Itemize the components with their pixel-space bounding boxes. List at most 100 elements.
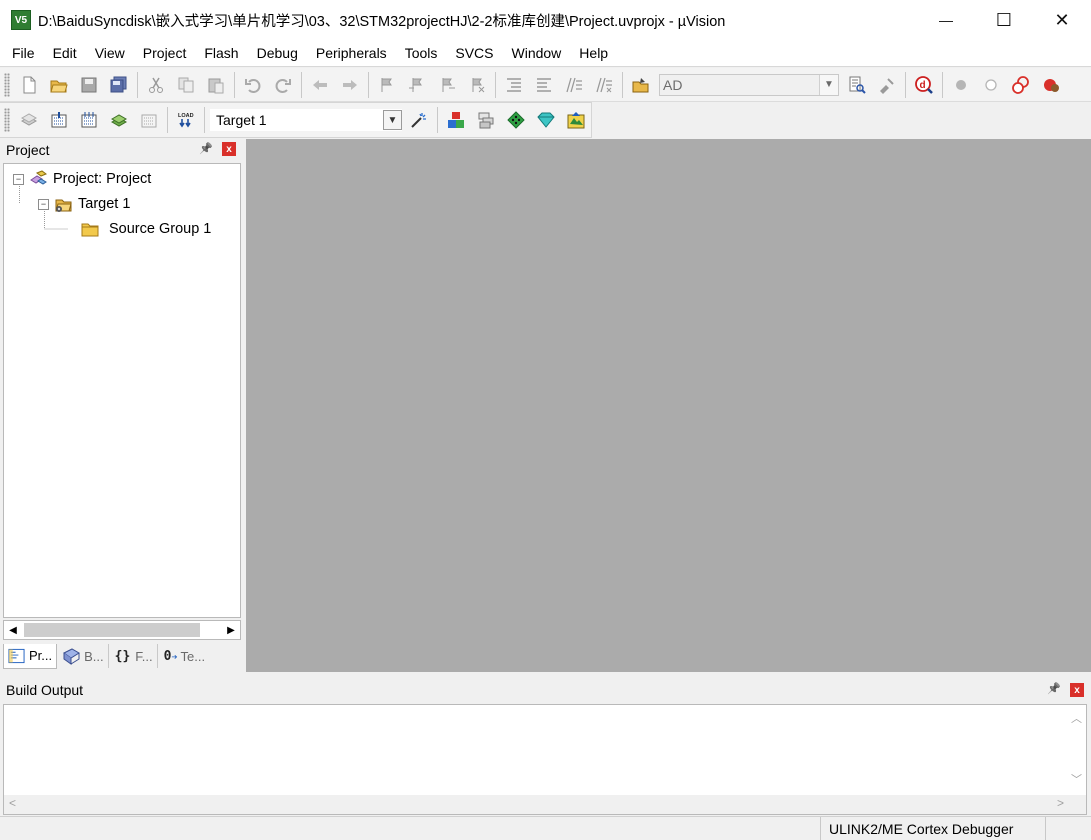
toolbar-grip[interactable] xyxy=(4,108,10,132)
menu-tools[interactable]: Tools xyxy=(396,40,447,67)
minimize-button[interactable]: — xyxy=(917,0,975,40)
insert-breakpoint-button[interactable] xyxy=(946,71,976,99)
toolbar-separator xyxy=(905,71,906,98)
tree-item-source-group[interactable]: Source Group 1 xyxy=(80,218,211,240)
navigate-forward-button[interactable] xyxy=(335,71,365,99)
menu-edit[interactable]: Edit xyxy=(44,40,86,67)
tab-templates[interactable]: 0➔ Te... xyxy=(158,644,209,668)
tree-item-target[interactable]: − Target 1 xyxy=(38,193,130,215)
pin-icon[interactable]: 📌 xyxy=(1047,682,1061,695)
enable-breakpoint-button[interactable] xyxy=(976,71,1006,99)
tree-item-project[interactable]: − Project: Project xyxy=(13,168,151,190)
scroll-left-icon[interactable]: ◀ xyxy=(4,621,22,639)
editor-area[interactable] xyxy=(246,139,1091,672)
indent-button[interactable] xyxy=(499,71,529,99)
build-button[interactable] xyxy=(44,106,74,134)
find-in-files-button[interactable] xyxy=(626,71,656,99)
run-time-environment-button[interactable] xyxy=(561,106,591,134)
incremental-find-button[interactable] xyxy=(872,71,902,99)
scroll-right-icon[interactable]: ▶ xyxy=(222,621,240,639)
books-icon xyxy=(63,648,81,665)
clear-bookmarks-button[interactable] xyxy=(462,71,492,99)
find-in-files-icon xyxy=(632,77,649,92)
scroll-down-icon[interactable]: ﹀ xyxy=(1071,771,1082,787)
redo-button[interactable] xyxy=(268,71,298,99)
build-horizontal-scrollbar[interactable]: < > xyxy=(4,795,1086,814)
save-button[interactable] xyxy=(74,71,104,99)
tab-functions[interactable]: {} F... xyxy=(109,644,158,668)
chevron-down-icon[interactable]: ▼ xyxy=(819,74,838,95)
scroll-left-icon[interactable]: < xyxy=(9,796,16,810)
new-file-button[interactable] xyxy=(14,71,44,99)
unindent-button[interactable] xyxy=(529,71,559,99)
chevron-down-icon[interactable]: ▼ xyxy=(383,110,402,130)
menu-help[interactable]: Help xyxy=(570,40,617,67)
rebuild-icon xyxy=(81,112,97,128)
uvision-app-icon: V5 xyxy=(11,10,31,30)
menu-file[interactable]: File xyxy=(0,40,44,67)
disable-all-breakpoints-button[interactable] xyxy=(1006,71,1036,99)
menu-flash[interactable]: Flash xyxy=(195,40,247,67)
close-icon: ✕ xyxy=(1054,9,1070,30)
kill-all-breakpoints-button[interactable] xyxy=(1036,71,1066,99)
paste-button[interactable] xyxy=(201,71,231,99)
scroll-up-icon[interactable]: ︿ xyxy=(1071,710,1082,726)
menu-window[interactable]: Window xyxy=(503,40,571,67)
title-bar: V5 D:\BaiduSyncdisk\嵌入式学习\单片机学习\03、32\ST… xyxy=(0,0,1091,40)
close-panel-button[interactable]: x xyxy=(222,142,236,156)
close-panel-button[interactable]: x xyxy=(1070,683,1084,697)
toolbar-separator xyxy=(204,107,205,133)
manage-project-items-button[interactable] xyxy=(471,106,501,134)
stop-build-button[interactable] xyxy=(134,106,164,134)
options-for-target-button[interactable] xyxy=(404,106,434,134)
batch-build-button[interactable] xyxy=(104,106,134,134)
download-button[interactable]: LOAD xyxy=(171,106,201,134)
find-combo[interactable]: AD ▼ xyxy=(659,73,839,96)
tab-functions-label: F... xyxy=(135,648,153,664)
file-toolbar: AD ▼ d xyxy=(0,68,1091,102)
maximize-button[interactable]: ☐ xyxy=(975,0,1033,40)
navigate-back-button[interactable] xyxy=(305,71,335,99)
file-extensions-button[interactable] xyxy=(441,106,471,134)
target-select[interactable]: Target 1 ▼ xyxy=(210,109,402,131)
target-select-value: Target 1 xyxy=(216,112,267,128)
tab-project[interactable]: Pr... xyxy=(3,643,58,669)
open-file-button[interactable] xyxy=(44,71,74,99)
pin-icon[interactable]: 📌 xyxy=(199,142,213,155)
build-output-text[interactable]: ︿ ﹀ < > xyxy=(3,704,1087,815)
copy-button[interactable] xyxy=(171,71,201,99)
menu-svcs[interactable]: SVCS xyxy=(446,40,502,67)
cut-button[interactable] xyxy=(141,71,171,99)
tree-horizontal-scrollbar[interactable]: ◀ ▶ xyxy=(3,620,241,640)
find-button[interactable] xyxy=(842,71,872,99)
next-bookmark-button[interactable] xyxy=(432,71,462,99)
tab-books[interactable]: B... xyxy=(57,644,109,668)
rebuild-button[interactable] xyxy=(74,106,104,134)
close-button[interactable]: ✕ xyxy=(1033,0,1091,40)
comment-button[interactable] xyxy=(559,71,589,99)
svg-text:LOAD: LOAD xyxy=(178,113,194,119)
save-all-button[interactable] xyxy=(104,71,134,99)
scroll-right-icon[interactable]: > xyxy=(1057,796,1064,810)
prev-bookmark-button[interactable] xyxy=(402,71,432,99)
select-packs-button[interactable] xyxy=(501,106,531,134)
insert-bookmark-button[interactable] xyxy=(372,71,402,99)
project-panel-header: Project 📌 x xyxy=(0,139,243,161)
scrollbar-thumb[interactable] xyxy=(24,623,200,637)
toolbar-separator xyxy=(368,71,369,98)
translate-button[interactable] xyxy=(14,106,44,134)
menu-view[interactable]: View xyxy=(86,40,134,67)
collapse-icon[interactable]: − xyxy=(38,198,49,210)
pack-installer-button[interactable] xyxy=(531,106,561,134)
stop-build-icon xyxy=(141,114,157,128)
debug-session-button[interactable]: d xyxy=(909,71,939,99)
collapse-icon[interactable]: − xyxy=(13,173,24,185)
toolbar-grip[interactable] xyxy=(4,72,10,97)
menu-debug[interactable]: Debug xyxy=(248,40,307,67)
undo-button[interactable] xyxy=(238,71,268,99)
uncomment-button[interactable] xyxy=(589,71,619,99)
window-title: D:\BaiduSyncdisk\嵌入式学习\单片机学习\03、32\STM32… xyxy=(38,13,726,30)
breakpoint-outline-icon xyxy=(985,78,997,91)
menu-project[interactable]: Project xyxy=(134,40,196,67)
menu-peripherals[interactable]: Peripherals xyxy=(307,40,396,67)
